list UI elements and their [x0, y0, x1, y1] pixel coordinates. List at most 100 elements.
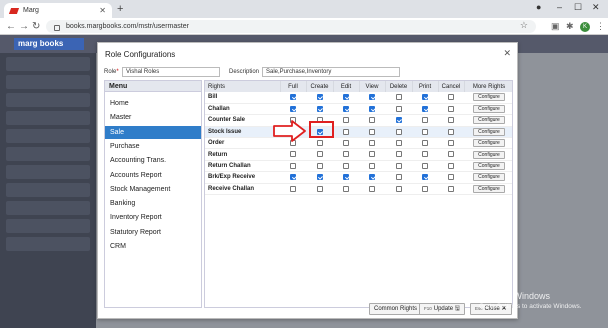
permission-checkbox[interactable] [343, 117, 349, 124]
permission-checkbox[interactable] [316, 185, 323, 192]
permission-checkbox[interactable] [369, 162, 375, 169]
permission-checkbox[interactable] [316, 94, 323, 101]
configure-button[interactable]: Configure [473, 173, 505, 182]
permission-checkbox[interactable] [369, 151, 375, 158]
permission-checkbox[interactable] [395, 128, 402, 135]
permission-checkbox[interactable] [343, 185, 349, 192]
permission-checkbox[interactable] [343, 139, 349, 146]
sidebar-item[interactable] [6, 75, 90, 89]
permission-checkbox[interactable] [448, 185, 454, 192]
menu-item-inventory-report[interactable]: Inventory Report [105, 211, 201, 224]
sidebar-item[interactable] [6, 93, 90, 107]
tab-close-icon[interactable]: ✕ [99, 6, 106, 15]
permission-checkbox[interactable] [422, 139, 428, 146]
permission-checkbox[interactable] [448, 105, 454, 112]
minimize-icon[interactable]: – [557, 2, 562, 12]
sidebar-item[interactable] [6, 129, 90, 143]
permission-checkbox[interactable] [395, 151, 402, 158]
permission-checkbox[interactable] [448, 139, 454, 146]
configure-button[interactable]: Configure [473, 150, 505, 159]
permission-checkbox[interactable] [369, 94, 375, 101]
permission-checkbox[interactable] [343, 151, 349, 158]
permission-checkbox[interactable] [422, 117, 428, 124]
permission-checkbox[interactable] [395, 162, 402, 169]
permission-checkbox[interactable] [369, 117, 375, 124]
configure-button[interactable]: Configure [473, 116, 505, 125]
sidebar-item[interactable] [6, 165, 90, 179]
configure-button[interactable]: Configure [473, 139, 505, 148]
sidebar-item[interactable] [6, 219, 90, 233]
permission-checkbox[interactable] [422, 185, 428, 192]
permission-checkbox[interactable] [369, 139, 375, 146]
permission-checkbox[interactable] [395, 117, 402, 124]
permission-checkbox[interactable] [343, 128, 349, 135]
dialog-close-icon[interactable]: ✕ [503, 48, 511, 59]
permission-checkbox[interactable] [448, 162, 454, 169]
permission-checkbox[interactable] [448, 128, 454, 135]
menu-item-accounting-trans[interactable]: Accounting Trans. [105, 154, 201, 167]
new-tab-icon[interactable]: + [117, 3, 123, 15]
avatar[interactable]: K [580, 22, 590, 32]
url-input[interactable]: books.margbooks.com/mstr/usermaster ☆ [46, 20, 536, 33]
configure-button[interactable]: Configure [473, 105, 505, 114]
menu-item-statutory-report[interactable]: Statutory Report [105, 226, 201, 239]
permission-checkbox[interactable] [395, 174, 402, 181]
sidebar-item[interactable] [6, 201, 90, 215]
sidebar-item[interactable] [6, 57, 90, 71]
permission-checkbox[interactable] [422, 94, 428, 101]
window-close-icon[interactable]: ✕ [592, 2, 600, 13]
permission-checkbox[interactable] [422, 128, 428, 135]
menu-item-crm[interactable]: CRM [105, 240, 201, 253]
permission-checkbox[interactable] [316, 162, 323, 169]
permission-checkbox[interactable] [395, 105, 402, 112]
permission-checkbox[interactable] [290, 174, 296, 181]
permission-checkbox[interactable] [343, 105, 349, 112]
permission-checkbox[interactable] [290, 105, 296, 112]
bookmark-star-icon[interactable]: ☆ [520, 20, 528, 31]
configure-button[interactable]: Configure [473, 184, 505, 193]
permission-checkbox[interactable] [316, 151, 323, 158]
browser-tab[interactable]: Marg ✕ [4, 3, 112, 18]
permission-checkbox[interactable] [290, 185, 296, 192]
extension-icon[interactable]: ▣ [551, 21, 560, 32]
menu-item-purchase[interactable]: Purchase [105, 140, 201, 153]
permission-checkbox[interactable] [395, 139, 402, 146]
menu-dots-icon[interactable]: ⋮ [596, 21, 605, 32]
forward-icon[interactable]: → [19, 21, 29, 32]
permission-checkbox[interactable] [369, 174, 375, 181]
configure-button[interactable]: Configure [473, 162, 505, 171]
permission-checkbox[interactable] [448, 94, 454, 101]
menu-item-banking[interactable]: Banking [105, 197, 201, 210]
menu-item-master[interactable]: Master [105, 111, 201, 124]
update-button[interactable]: F10 Update 🖫 [419, 303, 465, 315]
menu-item-accounts-report[interactable]: Accounts Report [105, 169, 201, 182]
menu-item-sale[interactable]: Sale [105, 125, 201, 139]
permission-checkbox[interactable] [395, 94, 402, 101]
permission-checkbox[interactable] [422, 162, 428, 169]
permission-checkbox[interactable] [395, 185, 402, 192]
permission-checkbox[interactable] [343, 174, 349, 181]
permission-checkbox[interactable] [290, 94, 296, 101]
permission-checkbox[interactable] [290, 151, 296, 158]
menu-item-stock-management[interactable]: Stock Management [105, 183, 201, 196]
permission-checkbox[interactable] [369, 105, 375, 112]
puzzle-icon[interactable]: ✱ [566, 21, 574, 32]
permission-checkbox[interactable] [422, 174, 428, 181]
configure-button[interactable]: Configure [473, 93, 505, 102]
permission-checkbox[interactable] [448, 151, 454, 158]
menu-item-home[interactable]: Home [105, 97, 201, 110]
configure-button[interactable]: Configure [473, 127, 505, 136]
permission-checkbox[interactable] [369, 128, 375, 135]
description-input[interactable]: Sale,Purchase,Inventory [262, 67, 400, 77]
permission-checkbox[interactable] [316, 139, 323, 146]
permission-checkbox[interactable] [422, 105, 428, 112]
permission-checkbox[interactable] [290, 162, 296, 169]
media-icon[interactable]: ● [536, 2, 541, 12]
common-rights-button[interactable]: Common Rights [369, 303, 423, 315]
role-input[interactable]: Vishal Roles [122, 67, 220, 77]
sidebar-item[interactable] [6, 183, 90, 197]
permission-checkbox[interactable] [369, 185, 375, 192]
permission-checkbox[interactable] [422, 151, 428, 158]
permission-checkbox[interactable] [448, 174, 454, 181]
permission-checkbox[interactable] [316, 105, 323, 112]
